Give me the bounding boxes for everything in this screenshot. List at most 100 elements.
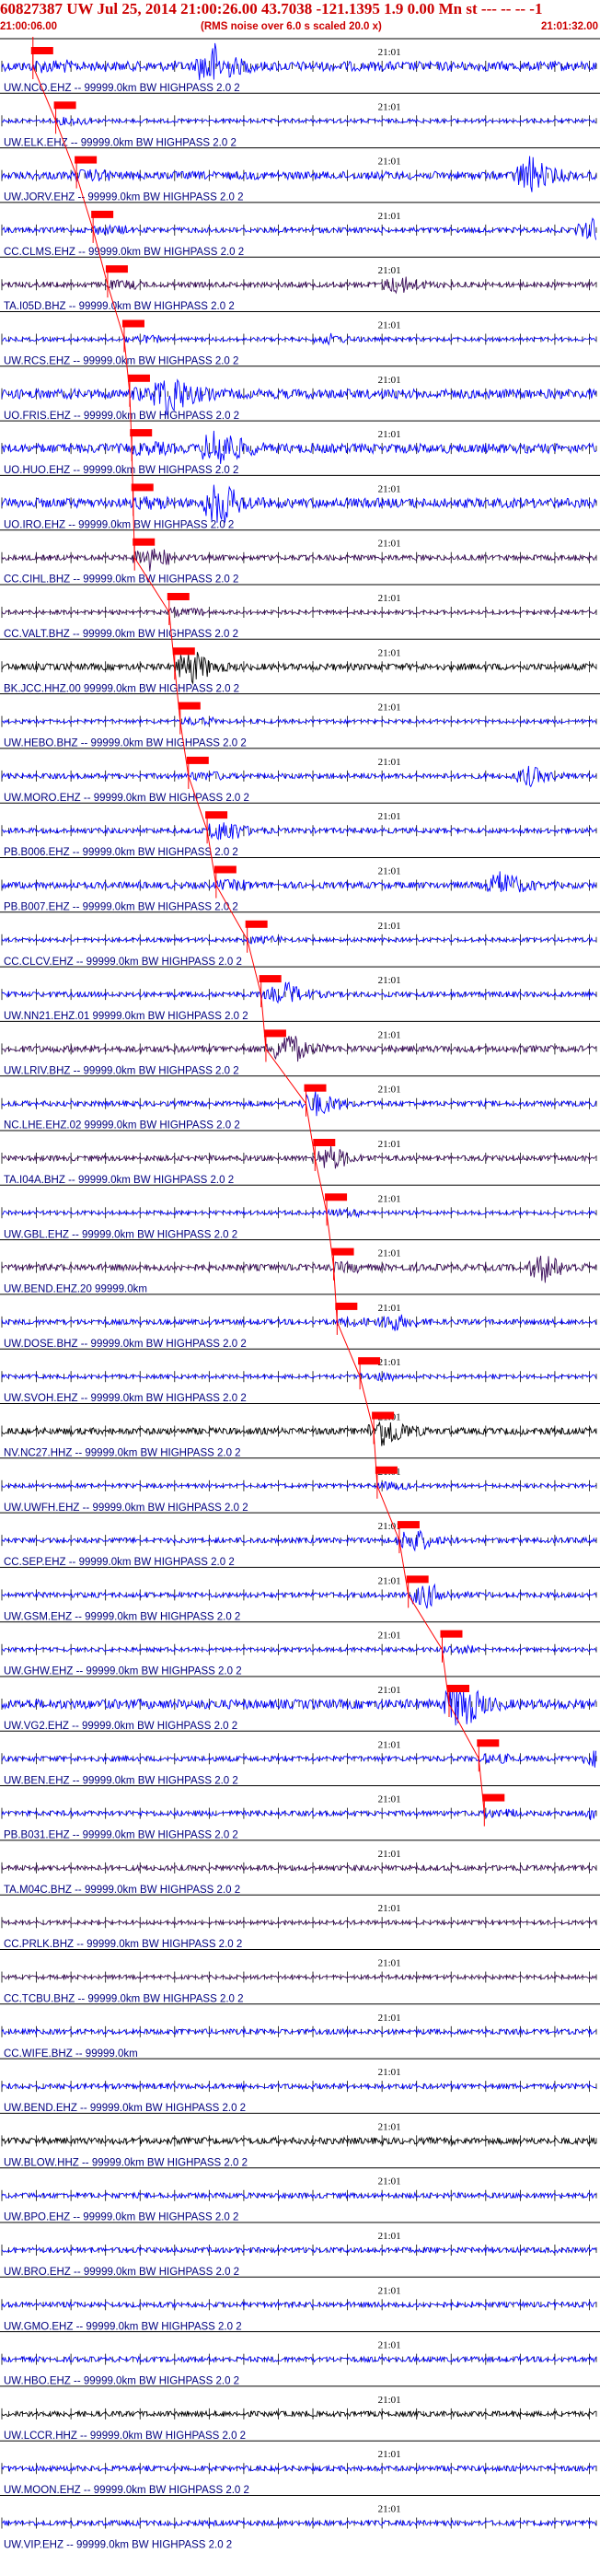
station-label: UW.BEN.EHZ -- 99999.0km BW HIGHPASS 2.0 … — [4, 1775, 238, 1786]
time-label: 21:01 — [378, 1630, 401, 1642]
time-ticks — [1, 715, 597, 727]
pick-marker — [178, 702, 201, 710]
trace-row: 21:01NV.NC27.HHZ -- 99999.0km BW HIGHPAS… — [0, 1403, 600, 1459]
waveform — [1, 1314, 597, 1331]
time-label: 21:01 — [378, 1685, 401, 1696]
station-label: UW.NN21.EHZ.01 99999.0km BW HIGHPASS 2.0… — [4, 1011, 248, 1022]
trace-row: 21:01 CC.WIFE.BHZ -- 99999.0km — [0, 2003, 600, 2060]
station-label: CC.WIFE.BHZ -- 99999.0km — [4, 2048, 138, 2060]
time-label: 21:01 — [378, 429, 401, 440]
time-label: 21:01 — [378, 1794, 401, 1805]
trace-row: 21:01 UW.GBL.EHZ -- 99999.0km BW HIGHPASS… — [0, 1184, 600, 1240]
pick-marker — [397, 1521, 420, 1529]
time-label: 21:01 — [378, 375, 401, 386]
time-label: 21:01 — [378, 2176, 401, 2187]
pick-marker — [375, 1466, 398, 1474]
waveform — [2, 1145, 596, 1169]
pick-marker — [30, 47, 53, 54]
station-label: CC.CLMS.EHZ -- 99999.0km BW HIGHPASS 2.0… — [4, 247, 244, 258]
pick-marker — [313, 1139, 336, 1146]
station-label: UO.FRIS.EHZ -- 99999.0km BW HIGHPASS 2.0… — [4, 411, 239, 422]
time-label: 21:01 — [378, 1357, 401, 1368]
pick-marker — [477, 1739, 500, 1747]
time-label: 21:01 — [378, 320, 401, 331]
time-label: 21:01 — [378, 975, 401, 986]
station-label: BK.JCC.HHZ.00 99999.0km BW HIGHPASS 2.0 … — [4, 683, 239, 694]
time-ticks — [1, 1316, 597, 1328]
trace-row: 21:01 UW.LRIV.BHZ -- 99999.0km BW HIGHPAS… — [0, 1020, 600, 1076]
trace-row: 21:01CC.SEP.EHZ -- 99999.0km BW HIGHPASS… — [0, 1512, 600, 1568]
pick-marker — [75, 156, 98, 164]
waveform — [1, 116, 596, 127]
station-label: PB.B031.EHZ -- 99999.0km BW HIGHPASS 2.0… — [4, 1830, 238, 1841]
station-label: UW.JORV.EHZ -- 99999.0km BW HIGHPASS 2.0… — [4, 192, 244, 203]
pick-marker — [127, 374, 150, 382]
trace-row: 21:01 UO.HUO.EHZ -- 99999.0km BW HIGHPASS… — [0, 420, 600, 476]
trace-row: 21:01 UW.BEN.EHZ -- 99999.0km BW HIGHPASS… — [0, 1730, 600, 1786]
waveform — [1, 1421, 597, 1446]
time-label: 21:01 — [378, 811, 401, 822]
trace-row: 21:01 BK.JCC.HHZ.00 99999.0km BW HIGHPASS… — [0, 638, 600, 694]
trace-row: 21:01 NC.LHE.EHZ.02 99999.0km BW HIGHPASS… — [0, 1075, 600, 1131]
seismogram-chart: 21:01 UW.NCO.EHZ -- 99999.0km BW HIGHPASS… — [0, 36, 600, 2551]
time-ticks — [1, 770, 597, 782]
trace-row: 21:01 UW.NN21.EHZ.01 99999.0km BW HIGHPAS… — [0, 966, 600, 1022]
waveform — [1, 430, 596, 464]
time-label: 21:01 — [378, 47, 401, 58]
pick-marker — [105, 265, 128, 273]
pick-marker — [205, 811, 228, 819]
pick-marker — [91, 210, 114, 218]
station-label: CC.PRLK.BHZ -- 99999.0km BW HIGHPASS 2.0… — [4, 1939, 242, 1950]
station-label: CC.CIHL.BHZ -- 99999.0km BW HIGHPASS 2.0… — [4, 574, 238, 586]
trace-row: 21:01 UW.GMO.EHZ -- 99999.0km BW HIGHPASS… — [0, 2276, 600, 2332]
station-label: UW.MORO.EHZ -- 99999.0km BW HIGHPASS 2.0… — [4, 793, 249, 804]
station-label: UO.HUO.EHZ -- 99999.0km BW HIGHPASS 2.0 … — [4, 465, 238, 476]
time-label: 21:01 — [378, 101, 401, 112]
pick-marker — [130, 429, 153, 437]
trace-row: 21:01UW.UWFH.EHZ -- 99999.0km BW HIGHPAS… — [0, 1457, 600, 1514]
station-label: CC.TCBU.BHZ -- 99999.0km BW HIGHPASS 2.0… — [4, 1994, 244, 2005]
trace-row: 21:01 UO.FRIS.EHZ -- 99999.0km BW HIGHPAS… — [0, 366, 600, 422]
station-label: UW.HEBO.BHZ -- 99999.0km BW HIGHPASS 2.0… — [4, 738, 247, 749]
trace-row: 21:01 PB.B007.EHZ -- 99999.0km BW HIGHPAS… — [0, 857, 600, 913]
station-label: TA.I05D.BHZ -- 99999.0km BW HIGHPASS 2.0… — [4, 301, 235, 312]
waveform — [1, 276, 596, 295]
time-label: 21:01 — [378, 211, 401, 222]
station-label: UW.LRIV.BHZ -- 99999.0km BW HIGHPASS 2.0… — [4, 1065, 239, 1076]
pick-marker — [213, 865, 237, 874]
trace-row: 21:01 UW.NCO.EHZ -- 99999.0km BW HIGHPASS… — [0, 38, 600, 94]
trace-row: 21:01 CC.VALT.BHZ -- 99999.0km BW HIGHPAS… — [0, 584, 600, 640]
waveform — [1, 378, 597, 415]
station-label: UW.UWFH.EHZ -- 99999.0km BW HIGHPASS 2.0… — [4, 1503, 248, 1514]
time-label: 21:01 — [378, 921, 401, 932]
pick-marker — [325, 1193, 348, 1201]
time-label: 21:01 — [378, 866, 401, 877]
time-label: 21:01 — [378, 483, 401, 494]
station-label: UW.HBO.EHZ -- 99999.0km BW HIGHPASS 2.0 … — [4, 2376, 239, 2387]
station-label: UW.VIP.EHZ -- 99999.0km BW HIGHPASS 2.0 … — [4, 2540, 232, 2551]
time-label: 21:01 — [378, 2067, 401, 2078]
station-label: NV.NC27.HHZ -- 99999.0km BW HIGHPASS 2.0… — [4, 1448, 241, 1459]
time-label: 21:01 — [378, 265, 401, 276]
pick-marker — [304, 1084, 327, 1092]
trace-row: 21:01 UW.VIP.EHZ -- 99999.0km BW HIGHPASS… — [0, 2495, 600, 2551]
time-label: 21:01 — [378, 1303, 401, 1314]
trace-row: 21:01 UW.SVOH.EHZ -- 99999.0km BW HIGHPAS… — [0, 1348, 600, 1404]
trace-row: 21:01 UW.MOON.EHZ -- 99999.0km BW HIGHPAS… — [0, 2440, 600, 2496]
time-label: 21:01 — [378, 593, 401, 604]
trace-row: 21:01 UW.BPO.EHZ -- 99999.0km BW HIGHPASS… — [0, 2167, 600, 2223]
pick-marker — [263, 1029, 286, 1038]
trace-row: 21:01 UO.IRO.EHZ -- 99999.0km BW HIGHPASS… — [0, 474, 600, 530]
time-label: 21:01 — [378, 702, 401, 714]
trace-row: 21:01 UW.HEBO.BHZ -- 99999.0km BW HIGHPAS… — [0, 693, 600, 749]
pick-marker — [186, 756, 209, 764]
station-label: PB.B007.EHZ -- 99999.0km BW HIGHPASS 2.0… — [4, 902, 238, 913]
time-label: 21:01 — [378, 2504, 401, 2515]
trace-row: 21:01 UW.LCCR.HHZ -- 99999.0km BW HIGHPAS… — [0, 2385, 600, 2442]
station-label: UW.GSM.EHZ -- 99999.0km BW HIGHPASS 2.0 … — [4, 1611, 240, 1622]
time-label: 21:01 — [378, 1085, 401, 1096]
station-label: UW.MOON.EHZ -- 99999.0km BW HIGHPASS 2.0… — [4, 2485, 249, 2496]
station-label: UW.VG2.EHZ -- 99999.0km BW HIGHPASS 2.0 … — [4, 1721, 237, 1732]
pick-marker — [245, 920, 268, 928]
trace-row: 21:01 UW.JORV.EHZ -- 99999.0km BW HIGHPAS… — [0, 147, 600, 203]
